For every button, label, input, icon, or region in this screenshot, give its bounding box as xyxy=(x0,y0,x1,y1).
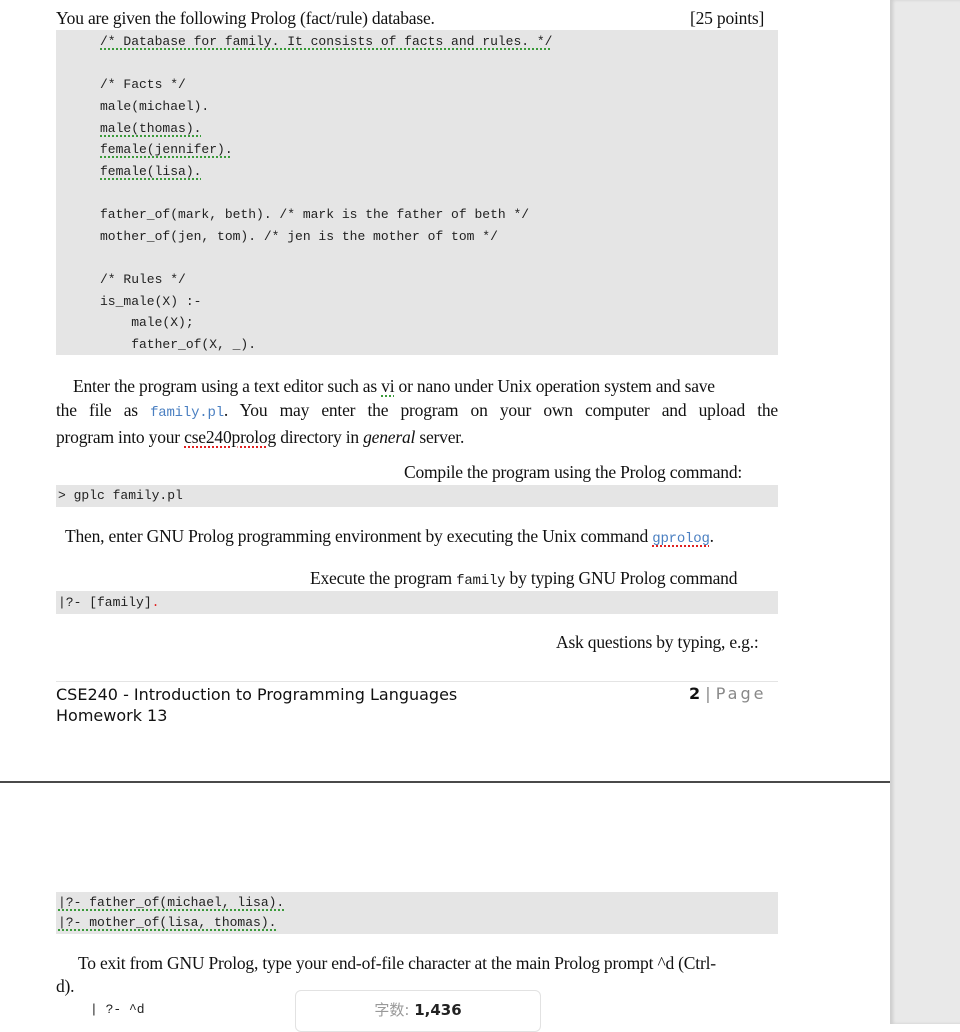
query-father-of: |?- father_of(michael, lisa). xyxy=(58,895,285,910)
word-vi: vi xyxy=(381,376,395,396)
compile-command: > gplc family.pl xyxy=(58,488,183,503)
compile-command-block: > gplc family.pl xyxy=(56,485,778,507)
server-name: general xyxy=(363,427,416,447)
code-line-father-of: father_of(mark, beth). /* mark is the fa… xyxy=(100,207,530,222)
footer-divider xyxy=(56,681,778,682)
code-line-is-male-body2: father_of(X, _). xyxy=(100,337,257,352)
question-points: [25 points] xyxy=(690,8,765,28)
queries-block: |?- father_of(michael, lisa). |?- mother… xyxy=(56,892,778,934)
code-line-rules-comment: /* Rules */ xyxy=(100,272,186,287)
ask-label: Ask questions by typing, e.g.: xyxy=(556,632,759,652)
execute-command: |?- [family]. xyxy=(58,595,160,610)
code-line-is-male-head: is_male(X) :- xyxy=(100,294,202,309)
code-line-female-lisa: female(lisa). xyxy=(100,164,202,179)
page-footer: CSE240 - Introduction to Programming Lan… xyxy=(56,684,457,726)
word-count-value: 1,436 xyxy=(414,1001,462,1019)
footer-page-number: 2 | Page xyxy=(689,684,767,703)
code-line-male-thomas: male(thomas). xyxy=(100,121,202,136)
compile-label: Compile the program using the Prolog com… xyxy=(404,462,743,482)
footer-course: CSE240 - Introduction to Programming Lan… xyxy=(56,685,458,704)
page-break-line xyxy=(0,781,890,783)
exit-command: | ?- ^d xyxy=(90,1002,145,1017)
code-block: /* Database for family. It consists of f… xyxy=(56,30,778,355)
enter-env-text: Then, enter GNU Prolog programming envir… xyxy=(65,526,714,547)
program-name-code: family xyxy=(456,573,506,589)
code-line-mother-of: mother_of(jen, tom). /* jen is the mothe… xyxy=(100,229,498,244)
query-mother-of: |?- mother_of(lisa, thomas). xyxy=(58,915,277,930)
instructions-paragraph: Enter the program using a text editor su… xyxy=(56,376,778,447)
execute-command-block: |?- [family]. xyxy=(56,591,778,614)
code-line-facts-comment: /* Facts */ xyxy=(100,77,186,92)
question-intro: You are given the following Prolog (fact… xyxy=(56,8,435,28)
code-line-is-male-body1: male(X); xyxy=(100,315,194,330)
filename-family-pl: family.pl xyxy=(150,405,224,421)
word-count-badge: 字数: 1,436 xyxy=(295,990,541,1032)
gprolog-command: gprolog xyxy=(652,531,710,547)
code-line-male-michael: male(michael). xyxy=(100,99,210,114)
footer-homework: Homework 13 xyxy=(56,706,168,725)
directory-name: cse240prolog xyxy=(184,427,277,447)
code-line-female-jennifer: female(jennifer). xyxy=(100,142,233,157)
viewer-side-panel xyxy=(890,0,960,1024)
code-line-comment-db: /* Database for family. It consists of f… xyxy=(100,34,553,49)
execute-label: Execute the program family by typing GNU… xyxy=(310,568,738,589)
